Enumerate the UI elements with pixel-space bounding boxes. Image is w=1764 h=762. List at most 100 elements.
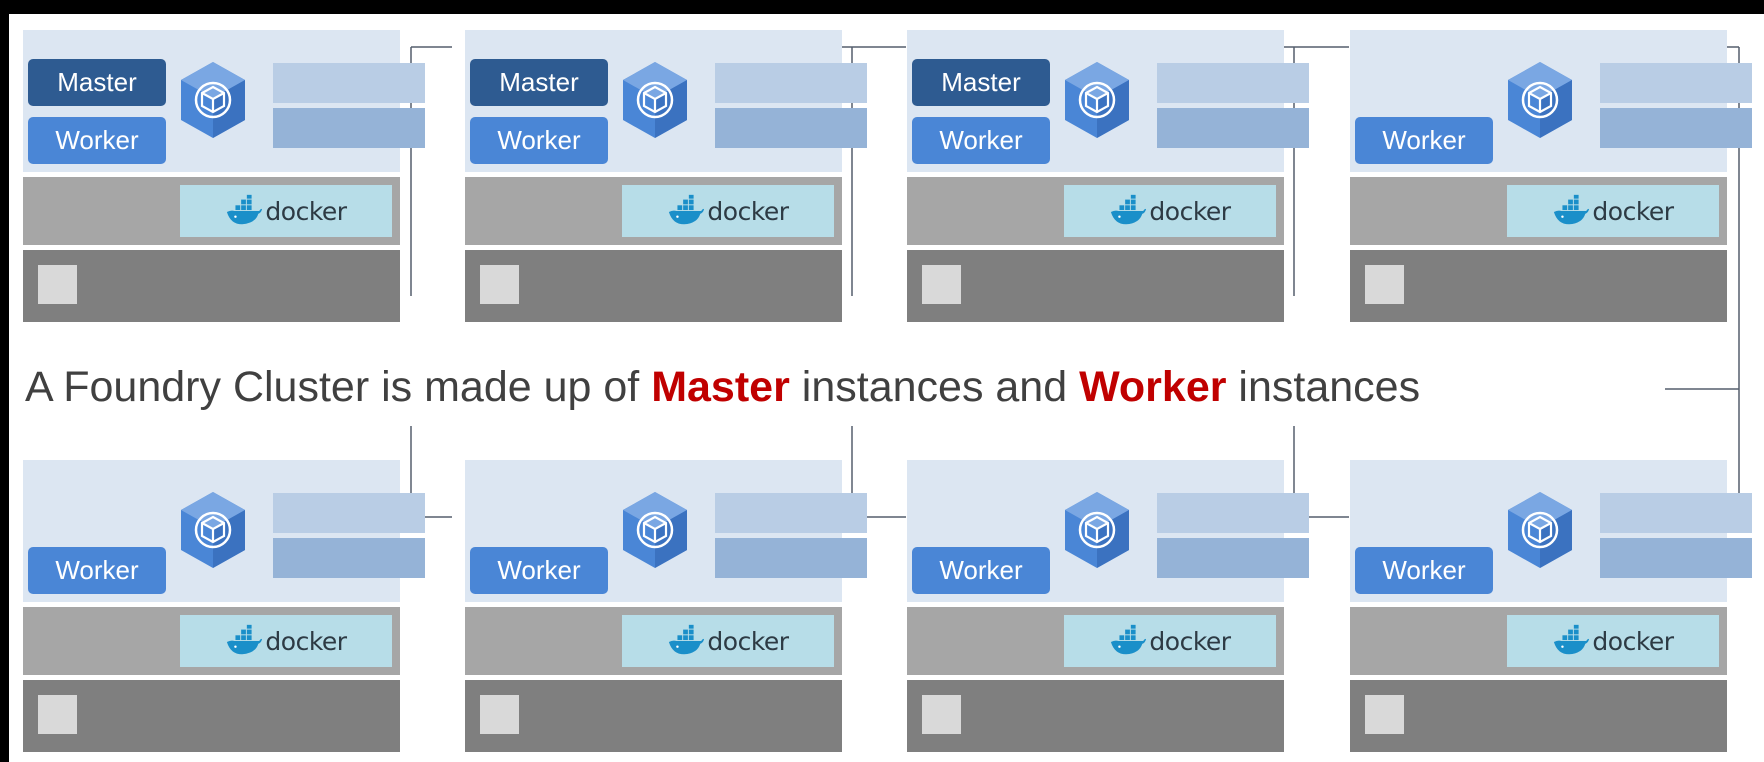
docker-logo: docker xyxy=(1507,615,1719,667)
os-layer xyxy=(1350,680,1727,752)
caption-highlight-worker: Worker xyxy=(1079,363,1227,411)
os-layer xyxy=(1350,250,1727,322)
os-square-icon xyxy=(480,695,519,734)
os-square-icon xyxy=(480,265,519,304)
caption-suffix: instances xyxy=(1238,363,1421,411)
docker-logo: docker xyxy=(622,615,834,667)
docker-logo: docker xyxy=(1507,185,1719,237)
service-bar-top xyxy=(715,63,867,103)
docker-whale-icon xyxy=(1552,624,1592,658)
caption-middle: instances and xyxy=(801,363,1068,411)
os-square-icon xyxy=(1365,695,1404,734)
node-7: Worker docker xyxy=(907,460,1309,752)
service-bar-top xyxy=(1600,63,1752,103)
node-6: Worker docker xyxy=(465,460,867,752)
docker-label: docker xyxy=(1592,626,1674,656)
service-bar-bottom xyxy=(715,538,867,578)
service-bar-top xyxy=(715,493,867,533)
os-layer xyxy=(465,680,842,752)
service-bar-bottom xyxy=(273,108,425,148)
docker-label: docker xyxy=(1149,196,1231,226)
caption: A Foundry Cluster is made up of Master i… xyxy=(25,361,1429,413)
docker-layer: docker xyxy=(465,177,842,245)
service-bar-top xyxy=(273,493,425,533)
node-8: Worker docker xyxy=(1350,460,1752,752)
application-layer: Master Worker xyxy=(465,30,867,172)
hexagon-cube-icon xyxy=(621,490,689,570)
service-bar-bottom xyxy=(1157,538,1309,578)
service-bar-bottom xyxy=(273,538,425,578)
caption-highlight-master: Master xyxy=(651,363,790,411)
os-layer xyxy=(23,250,400,322)
docker-logo: docker xyxy=(180,615,392,667)
application-layer: Master Worker xyxy=(23,30,425,172)
docker-label: docker xyxy=(1149,626,1231,656)
worker-badge: Worker xyxy=(28,547,166,594)
docker-layer: docker xyxy=(23,177,400,245)
os-layer xyxy=(907,250,1284,322)
docker-logo: docker xyxy=(622,185,834,237)
service-bar-bottom xyxy=(1157,108,1309,148)
docker-whale-icon xyxy=(225,194,265,228)
node-5: Worker docker xyxy=(23,460,425,752)
docker-layer: docker xyxy=(23,607,400,675)
docker-whale-icon xyxy=(1552,194,1592,228)
docker-label: docker xyxy=(707,196,789,226)
os-layer xyxy=(465,250,842,322)
docker-layer: docker xyxy=(907,607,1284,675)
caption-prefix: A Foundry Cluster is made up of xyxy=(25,363,640,411)
application-layer: Worker xyxy=(1350,30,1752,172)
worker-badge: Worker xyxy=(912,547,1050,594)
os-layer xyxy=(23,680,400,752)
hexagon-cube-icon xyxy=(1063,490,1131,570)
hexagon-cube-icon xyxy=(179,60,247,140)
docker-whale-icon xyxy=(667,624,707,658)
worker-badge: Worker xyxy=(1355,117,1493,164)
master-badge: Master xyxy=(912,59,1050,106)
hexagon-cube-icon xyxy=(1063,60,1131,140)
service-bar-top xyxy=(273,63,425,103)
hexagon-cube-icon xyxy=(621,60,689,140)
os-square-icon xyxy=(38,265,77,304)
docker-label: docker xyxy=(1592,196,1674,226)
docker-layer: docker xyxy=(907,177,1284,245)
application-layer: Worker xyxy=(465,460,867,602)
master-badge: Master xyxy=(470,59,608,106)
hexagon-cube-icon xyxy=(179,490,247,570)
service-bar-bottom xyxy=(1600,538,1752,578)
docker-logo: docker xyxy=(1064,615,1276,667)
os-square-icon xyxy=(38,695,77,734)
hexagon-cube-icon xyxy=(1506,60,1574,140)
worker-badge: Worker xyxy=(912,117,1050,164)
worker-badge: Worker xyxy=(28,117,166,164)
docker-label: docker xyxy=(265,196,347,226)
os-square-icon xyxy=(922,265,961,304)
docker-logo: docker xyxy=(180,185,392,237)
os-layer xyxy=(907,680,1284,752)
docker-whale-icon xyxy=(1109,624,1149,658)
node-2: Master Worker docker xyxy=(465,30,867,322)
docker-whale-icon xyxy=(225,624,265,658)
application-layer: Worker xyxy=(23,460,425,602)
node-1: Master Worker docker xyxy=(23,30,425,322)
service-bar-top xyxy=(1600,493,1752,533)
worker-badge: Worker xyxy=(1355,547,1493,594)
os-square-icon xyxy=(922,695,961,734)
docker-label: docker xyxy=(707,626,789,656)
worker-badge: Worker xyxy=(470,547,608,594)
docker-layer: docker xyxy=(1350,607,1727,675)
docker-layer: docker xyxy=(465,607,842,675)
docker-whale-icon xyxy=(667,194,707,228)
master-badge: Master xyxy=(28,59,166,106)
cluster-diagram: Master Worker docker Master Worker docker Ma… xyxy=(9,14,1764,762)
os-square-icon xyxy=(1365,265,1404,304)
application-layer: Worker xyxy=(907,460,1309,602)
application-layer: Master Worker xyxy=(907,30,1309,172)
node-3: Master Worker docker xyxy=(907,30,1309,322)
docker-whale-icon xyxy=(1109,194,1149,228)
service-bar-bottom xyxy=(715,108,867,148)
service-bar-top xyxy=(1157,63,1309,103)
hexagon-cube-icon xyxy=(1506,490,1574,570)
docker-layer: docker xyxy=(1350,177,1727,245)
docker-label: docker xyxy=(265,626,347,656)
